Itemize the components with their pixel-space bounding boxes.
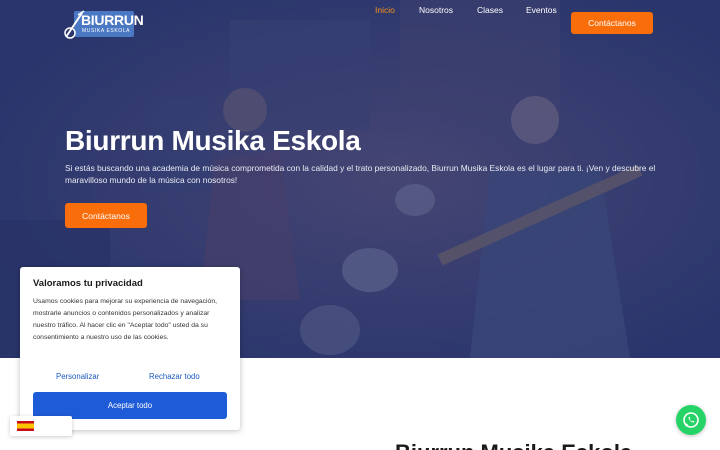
accept-all-button[interactable]: Aceptar todo <box>33 392 227 419</box>
hero-contact-button[interactable]: Contáctanos <box>65 203 147 228</box>
reject-all-button[interactable]: Rechazar todo <box>149 372 200 381</box>
customize-button[interactable]: Personalizar <box>56 372 99 381</box>
nav-item-clases[interactable]: Clases <box>477 5 503 15</box>
cookie-description: Usamos cookies para mejorar su experienc… <box>33 298 217 341</box>
logo-title: BIURRUN <box>81 12 144 28</box>
language-switcher[interactable] <box>10 416 72 436</box>
whatsapp-chat-button[interactable] <box>676 405 706 435</box>
nav-item-inicio[interactable]: Inicio <box>375 5 395 15</box>
hero-title: Biurrun Musika Eskola <box>65 125 361 156</box>
logo[interactable]: BIURRUN MUSIKA ESKOLA <box>64 9 144 39</box>
nav-item-eventos[interactable]: Eventos <box>526 5 557 15</box>
spain-flag-icon <box>17 421 34 431</box>
cookie-title: Valoramos tu privacidad <box>33 278 143 289</box>
nav-contact-button[interactable]: Contáctanos <box>571 12 653 34</box>
nav-item-nosotros[interactable]: Nosotros <box>419 5 453 15</box>
cookie-consent-dialog: Valoramos tu privacidad Usamos cookies p… <box>20 267 240 430</box>
hero-description: Si estás buscando una academia de música… <box>65 163 656 185</box>
whatsapp-icon <box>683 412 699 428</box>
section-heading: Biurrun Musika Eskola <box>395 440 632 450</box>
logo-subtitle: MUSIKA ESKOLA <box>82 28 131 34</box>
